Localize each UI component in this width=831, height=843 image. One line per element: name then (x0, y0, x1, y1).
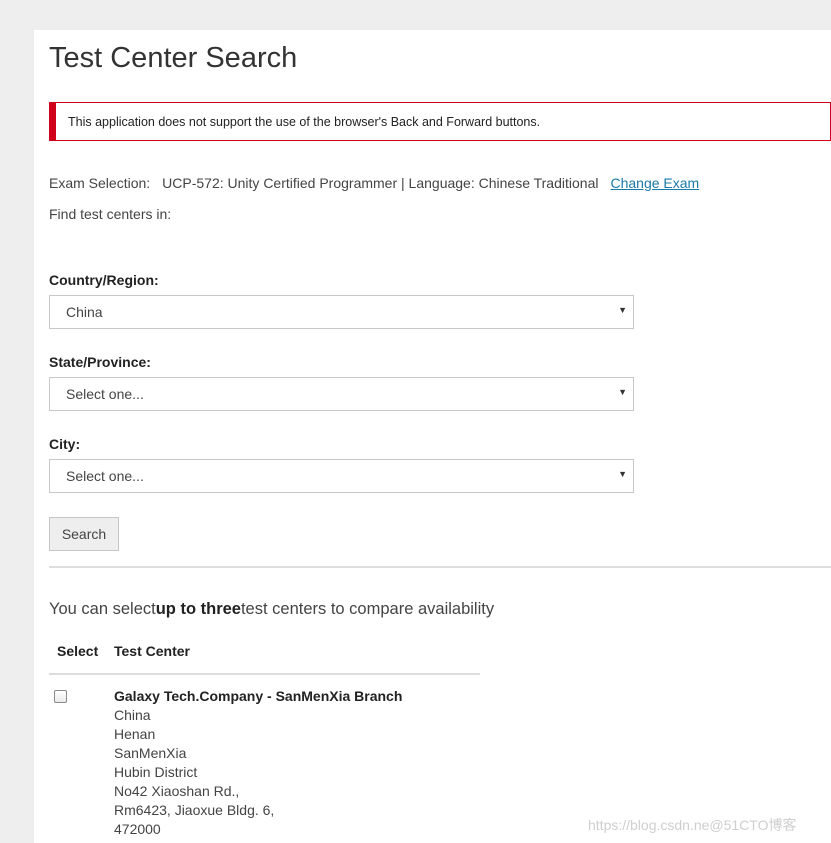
column-header-test-center: Test Center (114, 643, 190, 659)
city-value: Select one... (66, 468, 144, 484)
exam-selection-label: Exam Selection: (49, 175, 151, 191)
change-exam-link[interactable]: Change Exam (610, 175, 699, 191)
compare-suffix: test centers to compare availability (240, 600, 495, 618)
table-header-divider (49, 673, 480, 675)
section-divider (49, 566, 831, 568)
address-line: 472000 (114, 821, 161, 837)
dropdown-arrow-icon: ▼ (618, 387, 627, 397)
address-line: China (114, 707, 151, 723)
find-test-centers-label: Find test centers in: (49, 206, 172, 222)
compare-prefix: You can select (49, 600, 156, 618)
address-line: Henan (114, 726, 156, 742)
country-region-label: Country/Region: (49, 272, 159, 288)
address-line: No42 Xiaoshan Rd., (114, 783, 240, 799)
state-province-select[interactable]: Select one... ▼ (49, 377, 634, 411)
address-line: SanMenXia (114, 745, 187, 761)
alert-message: This application does not support the us… (68, 115, 541, 129)
country-region-value: China (66, 304, 103, 320)
watermark: https://blog.csdn.ne@51CTO博客 (588, 817, 797, 833)
exam-selection-value: UCP-572: Unity Certified Programmer | La… (162, 175, 599, 191)
test-center-checkbox[interactable] (54, 690, 67, 703)
city-label: City: (49, 436, 81, 452)
state-province-label: State/Province: (49, 354, 151, 370)
address-line: Hubin District (114, 764, 198, 780)
page-title: Test Center Search (49, 42, 298, 74)
state-province-value: Select one... (66, 386, 144, 402)
country-region-select[interactable]: China ▼ (49, 295, 634, 329)
compare-emphasis: up to three (155, 600, 241, 618)
exam-selection: Exam Selection: UCP-572: Unity Certified … (49, 175, 699, 191)
address-line: Rm6423, Jiaoxue Bldg. 6, (114, 802, 275, 818)
test-center-name: Galaxy Tech.Company - SanMenXia Branch (114, 688, 403, 704)
search-button[interactable]: Search (49, 517, 119, 551)
main-card: Test Center Search This application does… (34, 30, 831, 843)
dropdown-arrow-icon: ▼ (618, 305, 627, 315)
column-header-select: Select (57, 643, 99, 659)
dropdown-arrow-icon: ▼ (618, 469, 627, 479)
city-select[interactable]: Select one... ▼ (49, 459, 634, 493)
back-forward-alert: This application does not support the us… (49, 102, 831, 141)
compare-instructions: You can selectup to threetest centers to… (49, 600, 494, 619)
